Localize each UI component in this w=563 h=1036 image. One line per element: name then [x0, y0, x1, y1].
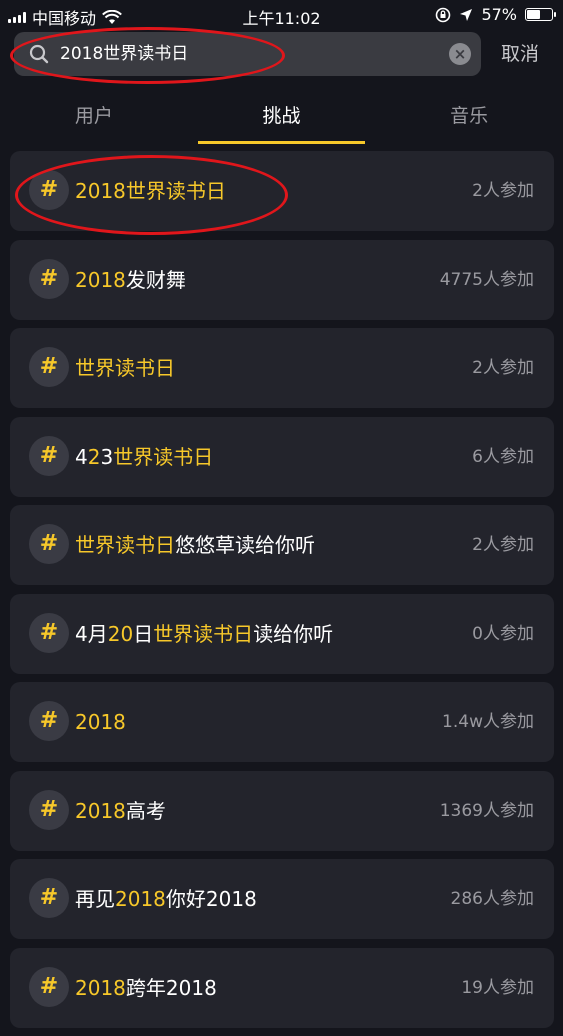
- highlighted-match: 2018世界读书日: [75, 179, 226, 203]
- battery-percent: 57%: [481, 5, 517, 24]
- highlighted-match: 2018: [115, 887, 166, 911]
- search-icon: [29, 44, 49, 64]
- participant-count: 6人参加: [472, 446, 534, 467]
- location-icon: [460, 8, 473, 21]
- cancel-button[interactable]: 取消: [501, 32, 539, 76]
- hashtag-icon: #: [29, 612, 69, 653]
- challenge-item[interactable]: #2018发财舞 4775人参加: [10, 239, 554, 320]
- hashtag-icon: #: [29, 435, 69, 476]
- hashtag-icon: #: [29, 347, 69, 387]
- participant-count: 2人参加: [472, 181, 534, 201]
- participant-count: 2人参加: [472, 535, 534, 555]
- title-text: 再见: [75, 887, 115, 911]
- challenge-item[interactable]: #2018世界读书日 2人参加: [10, 151, 554, 231]
- highlighted-match: 2018: [75, 710, 126, 734]
- challenge-item[interactable]: #4月20日世界读书日读给你听 0人参加: [10, 593, 554, 674]
- tab-challenges[interactable]: 挑战: [188, 84, 376, 144]
- participant-count: 4775人参加: [439, 269, 534, 290]
- participant-count: 1.4w人参加: [442, 712, 534, 732]
- challenge-title: 2018发财舞: [75, 240, 186, 320]
- battery-icon: [525, 8, 556, 21]
- challenge-item[interactable]: #2018跨年2018 19人参加: [10, 947, 554, 1028]
- highlighted-match: 世界读书日: [75, 533, 175, 557]
- title-text: 你好2018: [165, 887, 257, 911]
- hashtag-icon: #: [29, 878, 69, 918]
- title-text: 日: [133, 621, 154, 646]
- hashtag-icon: #: [29, 701, 69, 741]
- highlighted-match: 2018: [75, 798, 126, 823]
- title-text: 3: [100, 444, 114, 469]
- participant-count: 1369人参加: [439, 800, 534, 821]
- tab-bar: 用户 挑战 音乐: [0, 84, 563, 144]
- challenge-title: 再见2018你好2018: [75, 859, 257, 939]
- title-text: 跨年2018: [125, 975, 217, 1000]
- participant-count: 2人参加: [472, 358, 534, 378]
- status-bar: 中国移动 上午11:02 57%: [0, 0, 563, 30]
- highlighted-match: 2018: [75, 267, 126, 292]
- clear-icon[interactable]: ×: [449, 43, 471, 65]
- title-text: 4月: [75, 621, 108, 646]
- participant-count: 286人参加: [450, 889, 534, 909]
- hashtag-icon: #: [29, 258, 69, 299]
- hashtag-icon: #: [29, 789, 69, 830]
- highlighted-match: 世界读书日: [75, 356, 175, 380]
- search-input[interactable]: 2018世界读书日: [60, 32, 188, 76]
- hashtag-icon: #: [29, 524, 69, 564]
- title-text: 高考: [125, 798, 166, 823]
- highlighted-match: 20: [107, 621, 134, 646]
- highlighted-match: 2018: [75, 975, 126, 1000]
- challenge-title: 2018世界读书日: [75, 151, 226, 231]
- challenge-title: 2018: [75, 682, 126, 762]
- challenge-item[interactable]: # 再见2018你好2018 286人参加: [10, 859, 554, 939]
- challenge-title: 世界读书日悠悠草读给你听: [75, 505, 315, 585]
- challenge-title: 4月20日世界读书日读给你听: [75, 594, 333, 674]
- participant-count: 0人参加: [472, 623, 534, 644]
- title-text: 发财舞: [125, 267, 186, 292]
- challenge-title: 2018高考: [75, 771, 166, 851]
- tab-users[interactable]: 用户: [0, 84, 188, 144]
- hashtag-icon: #: [29, 170, 69, 210]
- challenge-item[interactable]: #2018高考 1369人参加: [10, 770, 554, 851]
- title-text: 悠悠草读给你听: [175, 533, 315, 557]
- highlighted-match: 世界读书日: [113, 444, 214, 469]
- challenge-item[interactable]: # 世界读书日悠悠草读给你听 2人参加: [10, 505, 554, 585]
- challenge-item[interactable]: #2018 1.4w人参加: [10, 682, 554, 762]
- search-bar[interactable]: 2018世界读书日 ×: [14, 32, 481, 76]
- challenge-item[interactable]: #423世界读书日 6人参加: [10, 416, 554, 497]
- title-text: 读给你听: [253, 621, 334, 646]
- participant-count: 19人参加: [461, 977, 534, 998]
- highlighted-match: 2: [87, 444, 101, 469]
- highlighted-match: 世界读书日: [153, 621, 254, 646]
- challenge-title: 423世界读书日: [75, 417, 213, 497]
- hashtag-icon: #: [29, 966, 69, 1007]
- challenge-list: #2018世界读书日 2人参加 #2018发财舞 4775人参加 # 世界读书日 2人参加 #…: [10, 151, 554, 1036]
- challenge-item[interactable]: # 世界读书日 2人参加: [10, 328, 554, 408]
- challenge-title: 2018跨年2018: [75, 948, 217, 1028]
- challenge-title: 世界读书日: [75, 328, 175, 408]
- title-text: 4: [75, 444, 88, 469]
- rotation-lock-icon: [436, 7, 451, 22]
- tab-music[interactable]: 音乐: [375, 84, 563, 144]
